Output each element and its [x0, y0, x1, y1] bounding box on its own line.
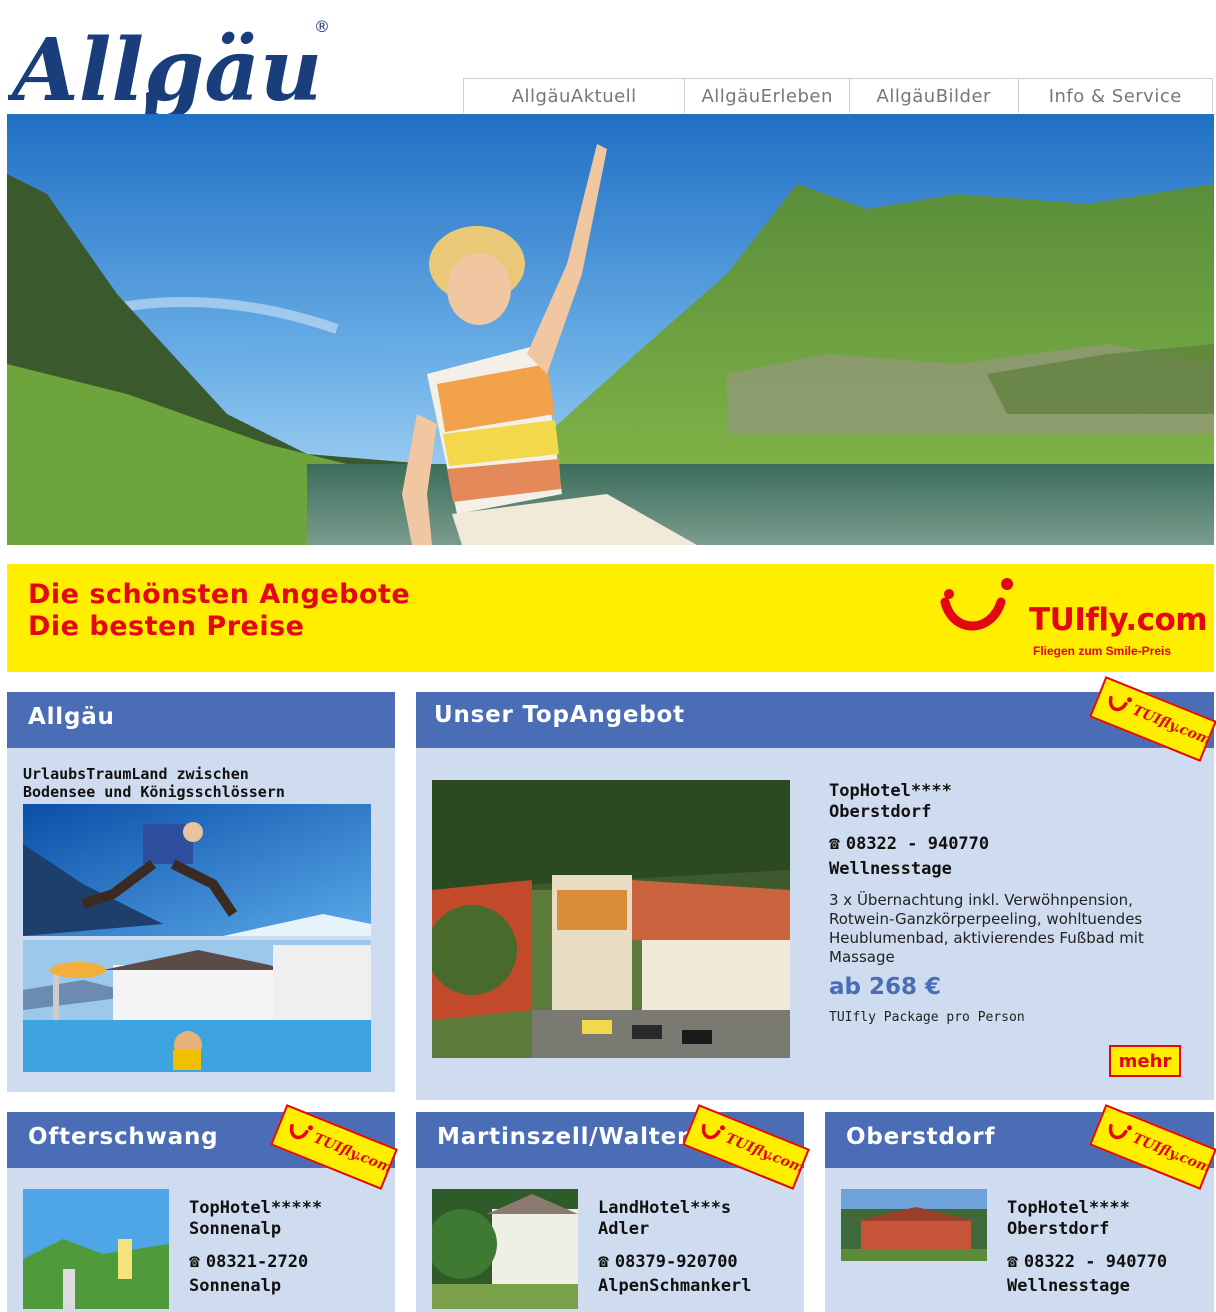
phone-icon: ☎ [1007, 1251, 1018, 1272]
panel-title: Unser TopAngebot [434, 702, 685, 728]
phone-number: 08321-2720 [205, 1251, 309, 1272]
package-name: AlpenSchmankerl [598, 1276, 752, 1296]
package-name: Sonnenalp [189, 1276, 282, 1296]
panel-header: Allgäu [7, 692, 395, 748]
price-note: TUIfly Package pro Person [829, 1010, 1025, 1025]
phone-number: 08322 - 940770 [1023, 1251, 1168, 1272]
hotel-photo[interactable] [432, 780, 790, 1058]
allgaeu-panel: Allgäu UrlaubsTraumLand zwischen Bodense… [7, 692, 395, 1092]
package-name: Wellnesstage [829, 859, 952, 879]
phone-icon: ☎ [189, 1251, 200, 1272]
top-navigation: AllgäuAktuell AllgäuErleben AllgäuBilder… [463, 78, 1213, 113]
hotel-photo[interactable] [841, 1189, 987, 1261]
package-description-4: Massage [829, 948, 895, 966]
tui-smile-icon [1108, 695, 1132, 712]
hotel-photo[interactable] [432, 1189, 578, 1309]
panel-header: Unser TopAngebot [416, 692, 1214, 748]
tui-smile-icon [940, 578, 1013, 631]
allgaeu-photo-hiker[interactable] [23, 804, 371, 936]
nav-allgaeu-erleben[interactable]: AllgäuErleben [685, 79, 850, 113]
phone-line: ☎ 08321-2720 [189, 1251, 308, 1272]
hotel-name: TopHotel***** [189, 1198, 323, 1218]
hotel-location: Sonnenalp [189, 1219, 282, 1239]
banner-headline-2: Die besten Preise [28, 611, 305, 642]
tui-smile-icon [289, 1123, 313, 1140]
tui-smile-icon [1108, 1123, 1132, 1140]
hotel-name: TopHotel**** [1007, 1198, 1130, 1218]
tuifly-banner[interactable]: Die schönsten Angebote Die besten Preise… [7, 564, 1214, 672]
nav-allgaeu-aktuell[interactable]: AllgäuAktuell [464, 79, 686, 113]
logo-text: Allgäu [8, 20, 322, 121]
allgaeu-subtitle-1: UrlaubsTraumLand zwischen [23, 765, 249, 783]
allgaeu-photo-pool[interactable] [23, 940, 371, 1072]
hotel-location: Oberstdorf [1007, 1219, 1110, 1239]
package-description-1: 3 x Übernachtung inkl. Verwöhnpension, [829, 891, 1133, 909]
tuifly-slogan: Fliegen zum Smile-Preis [1033, 644, 1172, 658]
allgaeu-subtitle-2: Bodensee und Königsschlössern [23, 783, 285, 801]
phone-number: 08322 - 940770 [845, 833, 990, 854]
package-description-3: Heublumenbad, aktivierendes Fußbad mit [829, 929, 1144, 947]
panel-title: Oberstdorf [846, 1124, 996, 1150]
package-name: Wellnesstage [1007, 1276, 1130, 1296]
price: ab 268 € [829, 974, 942, 1000]
hotel-location: Oberstdorf [829, 802, 932, 822]
nav-info-service[interactable]: Info & Service [1019, 79, 1212, 113]
hero-image [7, 114, 1214, 545]
panel-title: Allgäu [28, 704, 115, 730]
phone-line: ☎ 08322 - 940770 [829, 833, 989, 854]
phone-line: ☎ 08379-920700 [598, 1251, 738, 1272]
package-description-2: Rotwein-Ganzkörperpeeling, wohltuendes [829, 910, 1143, 928]
hotel-name: TopHotel**** [829, 781, 952, 801]
tui-smile-icon [701, 1123, 725, 1140]
nav-allgaeu-bilder[interactable]: AllgäuBilder [850, 79, 1019, 113]
svg-text:®: ® [314, 17, 330, 36]
panel-title: Ofterschwang [28, 1124, 219, 1150]
tuifly-brand: TUIfly.com [1029, 602, 1208, 638]
phone-icon: ☎ [598, 1251, 609, 1272]
more-button[interactable]: mehr [1109, 1045, 1181, 1077]
banner-headline-1: Die schönsten Angebote [28, 579, 411, 610]
phone-number: 08379-920700 [614, 1251, 738, 1272]
hotel-name: LandHotel***s [598, 1198, 732, 1218]
phone-line: ☎ 08322 - 940770 [1007, 1251, 1167, 1272]
top-offer-panel: Unser TopAngebot TopHotel**** Oberstdorf… [416, 692, 1214, 1100]
panel-title: Martinszell/Walten [437, 1124, 695, 1150]
hotel-photo[interactable] [23, 1189, 169, 1309]
phone-icon: ☎ [829, 833, 840, 854]
hotel-location: Adler [598, 1219, 650, 1239]
